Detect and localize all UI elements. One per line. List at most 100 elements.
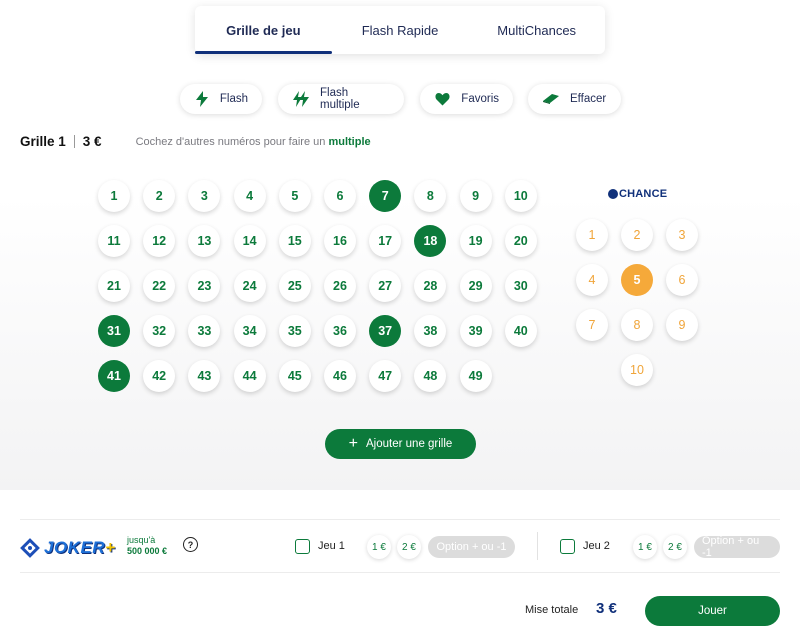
- plus-icon: +: [348, 435, 359, 452]
- jeu1-checkbox[interactable]: [295, 539, 310, 554]
- number-ball-46[interactable]: 46: [324, 360, 356, 392]
- number-ball-29[interactable]: 29: [459, 270, 492, 302]
- number-ball-47[interactable]: 47: [369, 360, 402, 392]
- number-ball-27[interactable]: 27: [369, 270, 402, 302]
- number-ball-42[interactable]: 42: [143, 360, 176, 392]
- lightning-icon: [194, 90, 210, 108]
- favoris-button[interactable]: Favoris: [420, 84, 513, 114]
- number-ball-4[interactable]: 4: [233, 180, 266, 212]
- chance-ball-9[interactable]: 9: [666, 309, 698, 341]
- hint-text: Cochez d'autres numéros pour faire un: [135, 135, 326, 148]
- jeu2-stake-2[interactable]: 2 €: [663, 535, 687, 559]
- chance-ball-1[interactable]: 1: [576, 219, 608, 251]
- tab-multichances[interactable]: MultiChances: [468, 6, 605, 54]
- number-ball-16[interactable]: 16: [324, 225, 356, 257]
- flash-label: Flash: [219, 93, 248, 105]
- number-ball-25[interactable]: 25: [278, 270, 311, 302]
- number-ball-21[interactable]: 21: [98, 270, 130, 302]
- double-lightning-icon: [292, 90, 310, 108]
- number-ball-12[interactable]: 12: [143, 225, 176, 257]
- chance-ball-8[interactable]: 8: [621, 309, 653, 341]
- number-ball-15[interactable]: 15: [278, 225, 311, 257]
- number-ball-36[interactable]: 36: [324, 315, 356, 347]
- jeu1-label: Jeu 1: [318, 540, 345, 552]
- eraser-icon: [542, 90, 560, 108]
- number-ball-19[interactable]: 19: [459, 225, 492, 257]
- number-ball-22[interactable]: 22: [143, 270, 176, 302]
- number-ball-35[interactable]: 35: [278, 315, 311, 347]
- chance-ball-7[interactable]: 7: [576, 309, 608, 341]
- favoris-label: Favoris: [461, 93, 499, 105]
- flash-multiple-label: Flash multiple: [320, 87, 360, 111]
- number-ball-31[interactable]: 31: [98, 315, 130, 347]
- number-ball-9[interactable]: 9: [459, 180, 492, 212]
- number-ball-17[interactable]: 17: [369, 225, 402, 257]
- chance-ball-3[interactable]: 3: [666, 219, 698, 251]
- joker-max-gain: jusqu'à 500 000 €: [127, 535, 167, 557]
- effacer-button[interactable]: Effacer: [528, 84, 621, 114]
- chance-ball-4[interactable]: 4: [576, 264, 608, 296]
- number-ball-20[interactable]: 20: [504, 225, 537, 257]
- joker-diamond-icon: [20, 538, 40, 558]
- jeu2-option-button[interactable]: Option + ou -1: [694, 535, 780, 559]
- grid-actions: Flash Flash multiple Favoris Effacer: [0, 84, 800, 114]
- jeu1-option-button[interactable]: Option + ou -1: [428, 536, 515, 558]
- number-ball-37[interactable]: 37: [369, 315, 402, 347]
- grid-title: Grille 1: [20, 134, 66, 149]
- joker-plus: +: [105, 538, 116, 557]
- hint-multiple: multiple: [328, 135, 371, 148]
- number-ball-41[interactable]: 41: [98, 360, 130, 392]
- effacer-label: Effacer: [570, 93, 607, 105]
- total-stake-label: Mise totale: [525, 604, 579, 616]
- grid-hint: Cochez d'autres numéros pour faire un mu…: [136, 136, 371, 148]
- joker-up-to-label: jusqu'à: [127, 535, 156, 545]
- total-stake-value: 3 €: [596, 600, 617, 617]
- number-ball-45[interactable]: 45: [278, 360, 311, 392]
- number-ball-14[interactable]: 14: [233, 225, 266, 257]
- number-ball-24[interactable]: 24: [233, 270, 266, 302]
- number-ball-6[interactable]: 6: [324, 180, 356, 212]
- number-ball-30[interactable]: 30: [504, 270, 537, 302]
- number-ball-5[interactable]: 5: [278, 180, 311, 212]
- flash-multiple-button[interactable]: Flash multiple: [278, 84, 404, 114]
- jeu2-checkbox[interactable]: [560, 539, 575, 554]
- joker-row: JOKER+ jusqu'à 500 000 € ? Jeu 1 1 € 2 €…: [20, 519, 780, 573]
- flash-button[interactable]: Flash: [180, 84, 262, 114]
- number-ball-39[interactable]: 39: [459, 315, 492, 347]
- number-ball-34[interactable]: 34: [233, 315, 266, 347]
- number-ball-40[interactable]: 40: [504, 315, 537, 347]
- chance-ball-6[interactable]: 6: [666, 264, 698, 296]
- number-ball-26[interactable]: 26: [324, 270, 356, 302]
- tab-grille-de-jeu[interactable]: Grille de jeu: [195, 6, 332, 54]
- jeu2-stake-1[interactable]: 1 €: [633, 535, 657, 559]
- number-ball-1[interactable]: 1: [98, 180, 130, 212]
- number-ball-49[interactable]: 49: [459, 360, 492, 392]
- joker-help-button[interactable]: ?: [183, 537, 198, 552]
- chance-ball-10[interactable]: 10: [621, 354, 653, 386]
- chance-ball-5[interactable]: 5: [621, 264, 653, 296]
- number-ball-44[interactable]: 44: [233, 360, 266, 392]
- chance-logo: CHANCE: [608, 188, 667, 200]
- number-ball-32[interactable]: 32: [143, 315, 176, 347]
- grid-price: 3 €: [82, 134, 102, 149]
- joker-up-to-amount: 500 000 €: [127, 546, 168, 556]
- divider: [537, 532, 538, 560]
- add-grid-label: Ajouter une grille: [366, 438, 453, 450]
- number-ball-7[interactable]: 7: [369, 180, 402, 212]
- tab-flash-rapide[interactable]: Flash Rapide: [332, 6, 469, 54]
- jeu2-label: Jeu 2: [583, 540, 610, 552]
- joker-logo: JOKER+: [20, 538, 116, 558]
- chance-dot-icon: [608, 189, 618, 199]
- joker-logo-text: JOKER+: [44, 538, 116, 558]
- add-grid-button[interactable]: + Ajouter une grille: [325, 429, 476, 459]
- chance-ball-2[interactable]: 2: [621, 219, 653, 251]
- joker-word: JOKER: [44, 538, 106, 557]
- game-mode-tabs: Grille de jeu Flash Rapide MultiChances: [195, 6, 605, 54]
- number-ball-2[interactable]: 2: [143, 180, 176, 212]
- jeu1-stake-2[interactable]: 2 €: [397, 535, 421, 559]
- play-button[interactable]: Jouer: [645, 596, 780, 626]
- number-ball-11[interactable]: 11: [98, 225, 130, 257]
- number-ball-10[interactable]: 10: [504, 180, 537, 212]
- jeu1-stake-1[interactable]: 1 €: [367, 535, 391, 559]
- grid-header: Grille 1 3 € Cochez d'autres numéros pou…: [20, 134, 371, 149]
